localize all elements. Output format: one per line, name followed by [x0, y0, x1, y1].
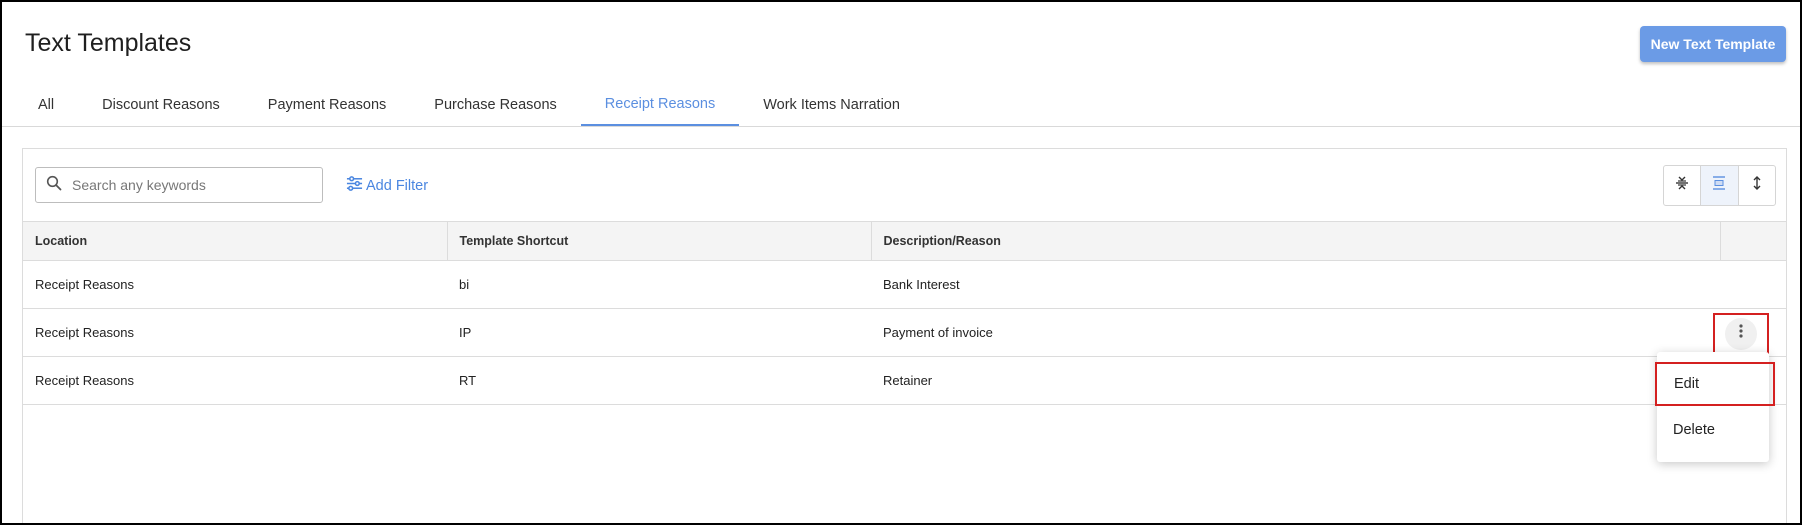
page-title: Text Templates — [25, 29, 192, 57]
new-text-template-button[interactable]: New Text Template — [1640, 26, 1786, 62]
cell-location: Receipt Reasons — [23, 308, 447, 357]
tab-bar: All Discount Reasons Payment Reasons Pur… — [14, 84, 924, 126]
tab-receipt-reasons[interactable]: Receipt Reasons — [580, 84, 740, 126]
tab-payment-reasons[interactable]: Payment Reasons — [244, 84, 410, 126]
row-actions-highlight — [1713, 313, 1769, 354]
standard-density-icon — [1711, 175, 1727, 196]
tab-work-items-narration[interactable]: Work Items Narration — [739, 84, 924, 126]
cell-description: Retainer — [871, 356, 1720, 405]
tab-divider — [2, 126, 1800, 127]
tab-all[interactable]: All — [14, 84, 78, 126]
cell-description: Payment of invoice — [871, 308, 1720, 357]
cell-actions — [1720, 260, 1786, 309]
app-window: Text Templates New Text Template All Dis… — [0, 0, 1802, 525]
templates-panel: Add Filter Location — [22, 148, 1787, 523]
cell-description: Bank Interest — [871, 260, 1720, 309]
filter-sliders-icon — [346, 175, 366, 196]
add-filter-label: Add Filter — [366, 177, 429, 194]
cell-location: Receipt Reasons — [23, 356, 447, 405]
table-row[interactable]: Receipt Reasons IP Payment of invoice — [23, 308, 1786, 357]
menu-item-edit[interactable]: Edit — [1655, 362, 1775, 406]
compact-density-button[interactable] — [1664, 166, 1702, 205]
row-actions-menu: Edit Delete — [1655, 352, 1775, 462]
column-header-actions — [1720, 221, 1786, 261]
cell-location: Receipt Reasons — [23, 260, 447, 309]
cell-shortcut: RT — [447, 356, 871, 405]
comfortable-density-icon — [1749, 175, 1765, 196]
more-vertical-icon — [1733, 323, 1749, 344]
comfortable-density-button[interactable] — [1739, 166, 1775, 205]
table-row[interactable]: Receipt Reasons RT Retainer — [23, 356, 1786, 405]
column-header-template-shortcut[interactable]: Template Shortcut — [447, 221, 872, 261]
column-header-description[interactable]: Description/Reason — [871, 221, 1721, 261]
table-row[interactable]: Receipt Reasons bi Bank Interest — [23, 260, 1786, 309]
menu-item-delete[interactable]: Delete — [1657, 408, 1769, 452]
tab-purchase-reasons[interactable]: Purchase Reasons — [410, 84, 581, 126]
row-actions-button[interactable] — [1725, 317, 1757, 350]
add-filter-button[interactable]: Add Filter — [346, 175, 428, 196]
search-icon — [46, 175, 62, 196]
search-box — [35, 167, 323, 203]
cell-shortcut: bi — [447, 260, 871, 309]
search-input[interactable] — [72, 177, 312, 193]
compact-density-icon — [1674, 175, 1690, 196]
column-header-location[interactable]: Location — [23, 221, 448, 261]
standard-density-button[interactable] — [1701, 166, 1739, 205]
cell-shortcut: IP — [447, 308, 871, 357]
tab-discount-reasons[interactable]: Discount Reasons — [78, 84, 244, 126]
density-toggle-group — [1663, 165, 1776, 206]
templates-table: Location Template Shortcut Description/R… — [23, 221, 1786, 405]
table-header-row: Location Template Shortcut Description/R… — [23, 221, 1786, 261]
